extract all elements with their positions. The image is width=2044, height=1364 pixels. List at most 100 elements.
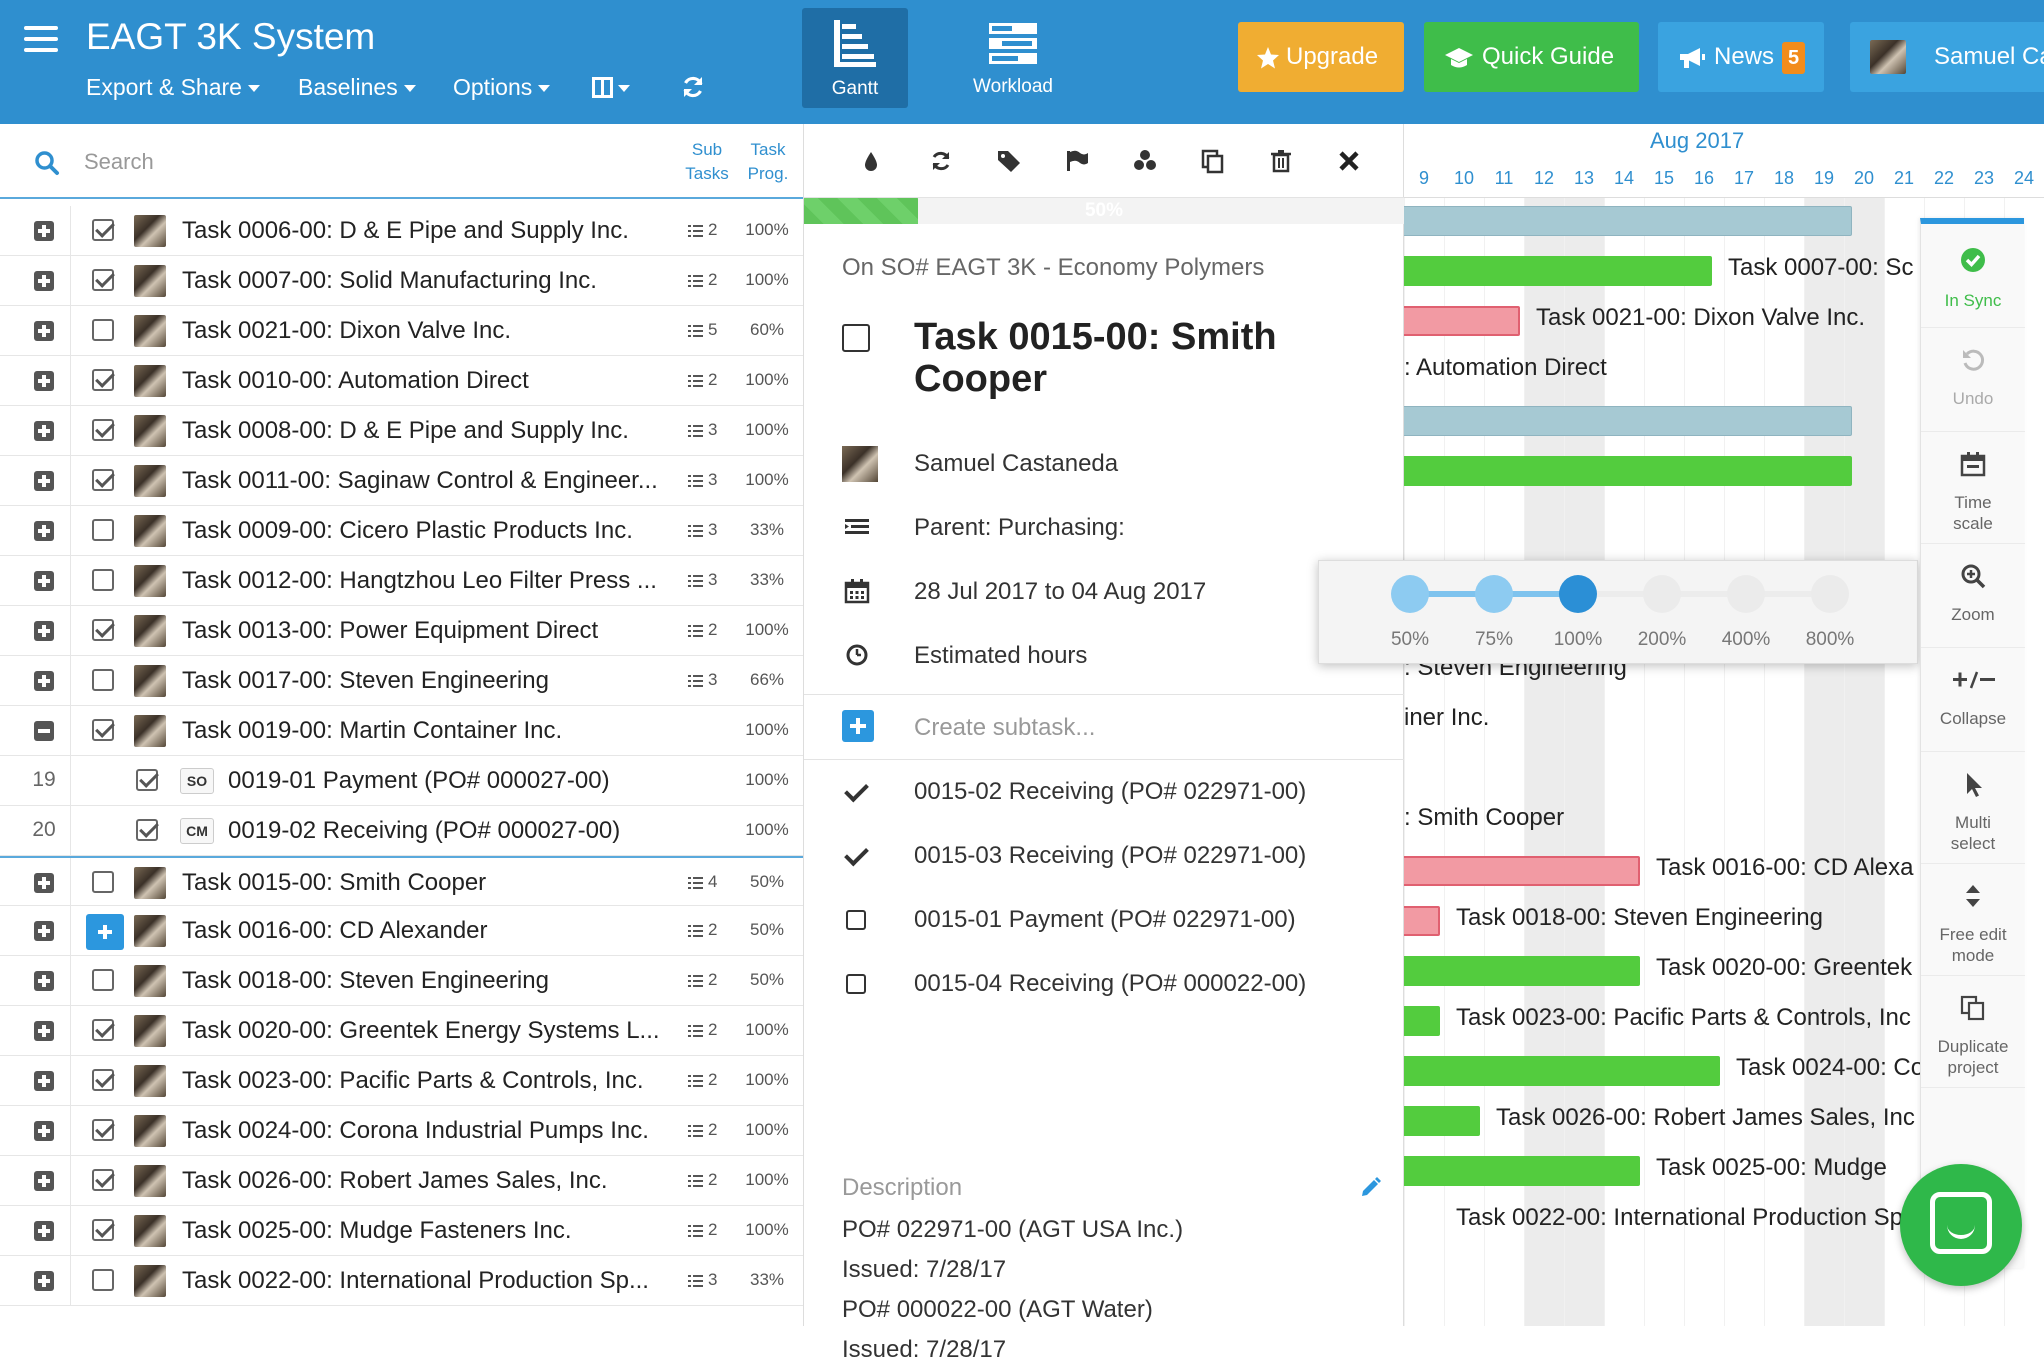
gantt-bar[interactable]	[1404, 306, 1520, 336]
task-checkbox[interactable]	[92, 1269, 114, 1291]
task-checkbox[interactable]	[92, 719, 114, 741]
baselines-menu[interactable]: Baselines	[298, 74, 416, 101]
task-row[interactable]: Task 0018-00: Steven Engineering 2 50%	[0, 956, 803, 1006]
task-checkbox[interactable]	[92, 219, 114, 241]
options-menu[interactable]: Options	[453, 74, 551, 101]
task-name[interactable]: Task 0007-00: Solid Manufacturing Inc.	[182, 267, 597, 295]
user-menu-button[interactable]: Samuel Castaneda	[1850, 22, 2044, 92]
task-row[interactable]: Task 0021-00: Dixon Valve Inc. 5 60%	[0, 306, 803, 356]
chat-button[interactable]	[1900, 1164, 2022, 1286]
expand-icon[interactable]	[34, 371, 54, 391]
sub-tasks-column-header[interactable]: Sub Tasks	[674, 138, 740, 186]
zoom-level-knob[interactable]	[1559, 575, 1597, 613]
task-name[interactable]: 0019-02 Receiving (PO# 000027-00)	[228, 817, 620, 845]
task-checkbox[interactable]	[92, 1069, 114, 1091]
task-name[interactable]: Task 0026-00: Robert James Sales, Inc.	[182, 1167, 608, 1195]
task-row[interactable]: Task 0019-00: Martin Container Inc. 100%	[0, 706, 803, 756]
task-row[interactable]: Task 0024-00: Corona Industrial Pumps In…	[0, 1106, 803, 1156]
task-checkbox[interactable]	[92, 619, 114, 641]
expand-icon[interactable]	[34, 873, 54, 893]
add-task-button[interactable]	[86, 914, 124, 950]
create-subtask-row[interactable]: Create subtask...	[804, 696, 1404, 760]
task-complete-checkbox[interactable]	[842, 324, 870, 352]
tag-icon[interactable]	[994, 146, 1024, 176]
gantt-bar[interactable]	[1404, 1156, 1640, 1186]
task-checkbox[interactable]	[92, 569, 114, 591]
expand-icon[interactable]	[34, 321, 54, 341]
expand-icon[interactable]	[34, 1021, 54, 1041]
expand-icon[interactable]	[34, 421, 54, 441]
task-row[interactable]: Task 0012-00: Hangtzhou Leo Filter Press…	[0, 556, 803, 606]
subtask-item[interactable]: 0015-04 Receiving (PO# 000022-00)	[804, 954, 1404, 1018]
zoom-level-knob[interactable]	[1475, 575, 1513, 613]
hamburger-icon[interactable]	[24, 26, 58, 52]
task-name[interactable]: Task 0024-00: Corona Industrial Pumps In…	[182, 1117, 649, 1145]
task-checkbox[interactable]	[92, 419, 114, 441]
subtask-row[interactable]: 19 SO 0019-01 Payment (PO# 000027-00) 100%	[0, 756, 803, 806]
expand-icon[interactable]	[34, 971, 54, 991]
task-name[interactable]: Task 0012-00: Hangtzhou Leo Filter Press…	[182, 567, 657, 595]
task-name[interactable]: Task 0015-00: Smith Cooper	[182, 869, 486, 897]
expand-icon[interactable]	[34, 571, 54, 591]
task-row[interactable]: Task 0015-00: Smith Cooper 4 50%	[0, 856, 803, 908]
export-share-menu[interactable]: Export & Share	[86, 74, 260, 101]
task-row[interactable]: Task 0007-00: Solid Manufacturing Inc. 2 1…	[0, 256, 803, 306]
estimated-hours-row[interactable]: Estimated hours	[804, 628, 1404, 688]
task-checkbox[interactable]	[92, 1169, 114, 1191]
task-name[interactable]: Task 0020-00: Greentek Energy Systems L.…	[182, 1017, 660, 1045]
task-name[interactable]: Task 0019-00: Martin Container Inc.	[182, 717, 562, 745]
task-row[interactable]: Task 0016-00: CD Alexander 2 50%	[0, 906, 803, 956]
task-row[interactable]: Task 0020-00: Greentek Energy Systems L.…	[0, 1006, 803, 1056]
subtask-checkbox[interactable]	[846, 910, 866, 930]
task-row[interactable]: Task 0006-00: D & E Pipe and Supply Inc.…	[0, 206, 803, 256]
assignee-row[interactable]: Samuel Castaneda	[804, 436, 1404, 496]
expand-icon[interactable]	[34, 1071, 54, 1091]
task-checkbox[interactable]	[92, 319, 114, 341]
dots-icon[interactable]	[1130, 146, 1160, 176]
undo-button[interactable]: Undo	[1921, 328, 2025, 432]
collapse-button[interactable]: Collapse	[1921, 648, 2025, 752]
duplicate-project-button[interactable]: Duplicate project	[1921, 976, 2025, 1088]
task-name[interactable]: Task 0017-00: Steven Engineering	[182, 667, 549, 695]
news-button[interactable]: News 5	[1658, 22, 1824, 92]
parent-row[interactable]: Parent: Purchasing:	[804, 500, 1404, 560]
task-name[interactable]: Task 0010-00: Automation Direct	[182, 367, 529, 395]
task-checkbox[interactable]	[92, 469, 114, 491]
task-name[interactable]: 0019-01 Payment (PO# 000027-00)	[228, 767, 610, 795]
task-name[interactable]: Task 0011-00: Saginaw Control & Engineer…	[182, 467, 658, 495]
subtask-item[interactable]: 0015-03 Receiving (PO# 022971-00)	[804, 826, 1404, 890]
copy-icon[interactable]	[1198, 146, 1228, 176]
search-input[interactable]	[84, 144, 644, 180]
task-row[interactable]: Task 0023-00: Pacific Parts & Controls, …	[0, 1056, 803, 1106]
task-row[interactable]: Task 0017-00: Steven Engineering 3 66%	[0, 656, 803, 706]
task-progress-bar[interactable]: 50%	[804, 198, 1404, 224]
timescale-button[interactable]: Time scale	[1921, 432, 2025, 544]
gantt-bar[interactable]	[1404, 856, 1640, 886]
zoom-level-knob[interactable]	[1643, 575, 1681, 613]
zoom-level-knob[interactable]	[1391, 575, 1429, 613]
zoom-button[interactable]: Zoom	[1921, 544, 2025, 648]
gantt-bar[interactable]	[1404, 906, 1440, 936]
task-name[interactable]: Task 0023-00: Pacific Parts & Controls, …	[182, 1067, 644, 1095]
task-checkbox[interactable]	[92, 369, 114, 391]
task-name[interactable]: Task 0013-00: Power Equipment Direct	[182, 617, 598, 645]
task-name[interactable]: Task 0008-00: D & E Pipe and Supply Inc.	[182, 417, 629, 445]
task-row[interactable]: Task 0011-00: Saginaw Control & Engineer…	[0, 456, 803, 506]
subtask-checkbox[interactable]	[846, 974, 866, 994]
expand-icon[interactable]	[34, 1171, 54, 1191]
task-name[interactable]: Task 0018-00: Steven Engineering	[182, 967, 549, 995]
task-name[interactable]: Task 0022-00: International Production S…	[182, 1267, 649, 1295]
subtask-item[interactable]: 0015-02 Receiving (PO# 022971-00)	[804, 762, 1404, 826]
task-checkbox[interactable]	[92, 519, 114, 541]
repeat-icon[interactable]	[926, 146, 956, 176]
trash-icon[interactable]	[1266, 146, 1296, 176]
subtask-item[interactable]: 0015-01 Payment (PO# 022971-00)	[804, 890, 1404, 954]
expand-icon[interactable]	[34, 221, 54, 241]
expand-icon[interactable]	[34, 1221, 54, 1241]
gantt-bar[interactable]	[1404, 206, 1852, 236]
dates-row[interactable]: 28 Jul 2017 to 04 Aug 2017	[804, 564, 1404, 624]
expand-icon[interactable]	[34, 471, 54, 491]
task-checkbox[interactable]	[92, 969, 114, 991]
gantt-bar[interactable]	[1404, 1056, 1720, 1086]
task-progress-column-header[interactable]: Task Prog.	[740, 138, 796, 186]
